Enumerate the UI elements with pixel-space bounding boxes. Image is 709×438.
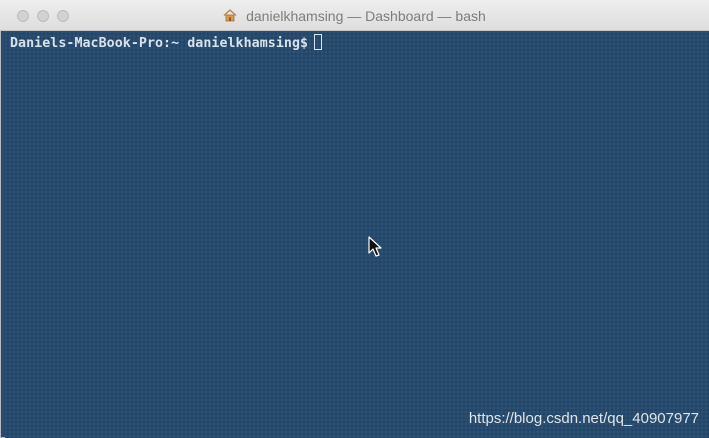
terminal-content-area[interactable]: Daniels-MacBook-Pro:~ danielkhamsing$ ht…	[5, 31, 709, 438]
window-title-area: danielkhamsing — Dashboard — bash	[0, 8, 709, 24]
mouse-pointer-icon	[368, 236, 382, 257]
terminal-window: danielkhamsing — Dashboard — bash Daniel…	[0, 0, 709, 438]
watermark-url: https://blog.csdn.net/qq_40907977	[468, 410, 699, 427]
shell-prompt-line: Daniels-MacBook-Pro:~ danielkhamsing$	[10, 34, 323, 51]
window-title: danielkhamsing — Dashboard — bash	[246, 8, 486, 24]
title-bar[interactable]: danielkhamsing — Dashboard — bash	[0, 0, 709, 31]
text-cursor	[314, 34, 323, 50]
shell-prompt: Daniels-MacBook-Pro:~ danielkhamsing$	[10, 36, 309, 51]
home-icon	[223, 9, 237, 22]
